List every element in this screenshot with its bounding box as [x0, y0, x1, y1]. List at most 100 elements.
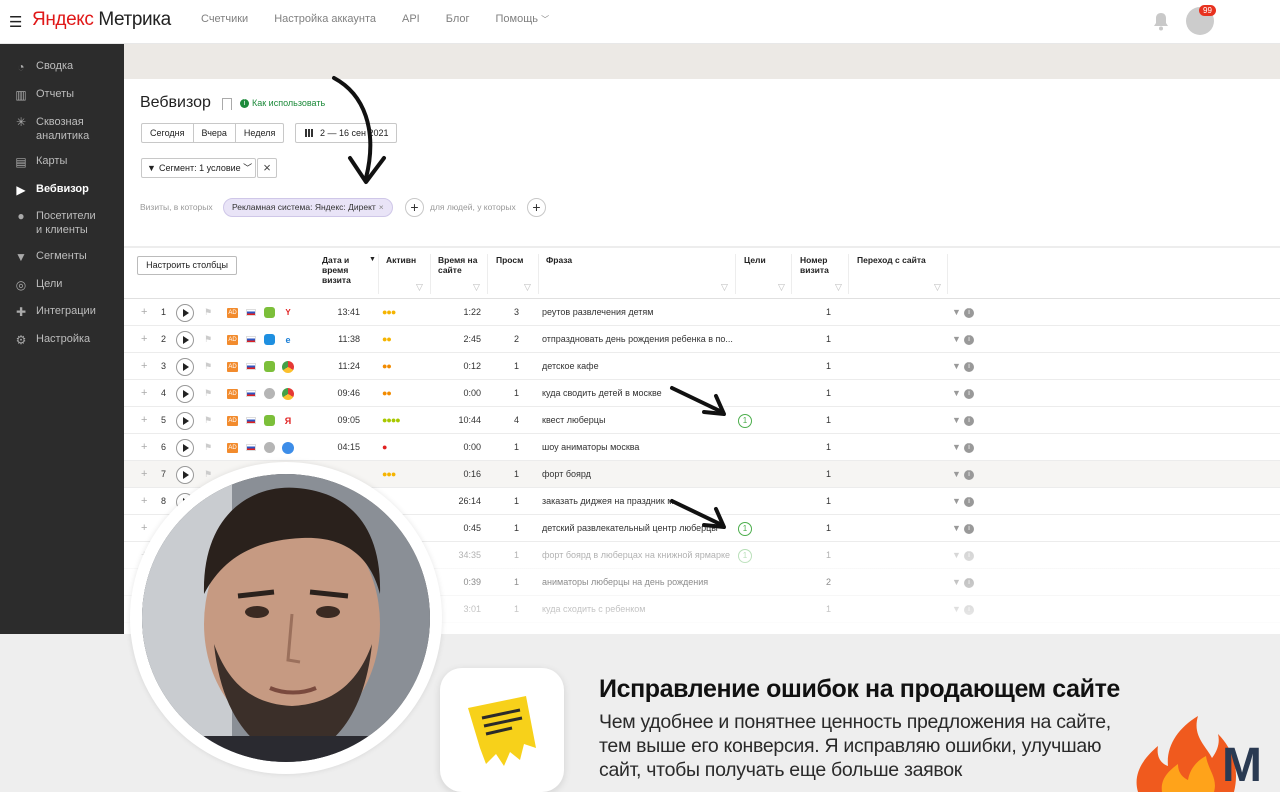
expand-icon[interactable]: +: [141, 326, 147, 353]
menu-icon[interactable]: ☰: [9, 13, 22, 31]
play-recording-button[interactable]: [176, 358, 194, 376]
play-recording-button[interactable]: [176, 466, 194, 484]
goal-badge[interactable]: 1: [738, 522, 752, 536]
filter-icon[interactable]: ▼: [952, 434, 961, 461]
bell-icon[interactable]: [1152, 11, 1170, 31]
russia-flag-icon: [246, 336, 256, 343]
clear-segment-button[interactable]: ×: [257, 158, 277, 178]
info-icon[interactable]: i: [964, 308, 974, 318]
expand-icon[interactable]: +: [141, 380, 147, 407]
play-recording-button[interactable]: [176, 304, 194, 322]
visit-time: 11:38: [338, 334, 360, 344]
period-today[interactable]: Сегодня: [142, 124, 194, 142]
info-icon[interactable]: i: [964, 524, 974, 534]
col-goals[interactable]: Цели: [744, 255, 766, 265]
filter-icon[interactable]: ▽: [524, 282, 531, 293]
sidebar-item-integrations[interactable]: ✚ Интеграции: [0, 305, 124, 319]
col-datetime[interactable]: Дата и время визита: [322, 255, 368, 285]
page-title: Вебвизор: [140, 94, 211, 111]
flag-icon[interactable]: ⚑: [204, 434, 212, 461]
flag-icon[interactable]: ⚑: [204, 353, 212, 380]
expand-icon[interactable]: +: [141, 407, 147, 434]
nav-account-settings[interactable]: Настройка аккаунта: [274, 13, 376, 25]
table-row[interactable]: +6 ⚑ AD 04:15 ● 0:00 1 шоу аниматоры москва 1 ▼ i: [124, 434, 1280, 461]
column-divider: [487, 254, 488, 294]
sidebar-item-summary[interactable]: ◔ Сводка: [0, 60, 124, 74]
add-visit-condition-button[interactable]: +: [405, 198, 424, 217]
row-number: 5: [160, 415, 166, 425]
play-recording-button[interactable]: [176, 385, 194, 403]
col-visit-number[interactable]: Номер визита: [800, 255, 840, 275]
filter-icon[interactable]: ▽: [934, 282, 941, 293]
col-phrase[interactable]: Фраза: [546, 255, 572, 265]
sidebar-item-reports[interactable]: ▥ Отчеты: [0, 88, 124, 102]
sidebar-item-visitors[interactable]: ● Посетители и клиенты: [0, 209, 124, 237]
nav-counters[interactable]: Счетчики: [201, 13, 248, 25]
filter-icon[interactable]: ▼: [952, 515, 961, 542]
flag-icon[interactable]: ⚑: [204, 299, 212, 326]
filter-icon[interactable]: ▼: [952, 488, 961, 515]
filter-icon[interactable]: ▽: [473, 282, 480, 293]
sidebar-item-settings[interactable]: ⚙ Настройка: [0, 333, 124, 347]
condition-chip[interactable]: Рекламная система: Яндекс: Директ ×: [223, 198, 393, 217]
filter-icon[interactable]: ▽: [721, 282, 728, 293]
filter-icon[interactable]: ▽: [835, 282, 842, 293]
expand-icon[interactable]: +: [141, 434, 147, 461]
nav-help[interactable]: Помощь ﹀: [496, 13, 550, 25]
sidebar-item-goals[interactable]: ◎ Цели: [0, 278, 124, 292]
filter-icon[interactable]: ▼: [952, 299, 961, 326]
table-row[interactable]: +1 ⚑ AD Y 13:41 ●●● 1:22 3 реутов развлечения де…: [124, 299, 1280, 326]
col-referrer[interactable]: Переход с сайта: [857, 255, 926, 265]
howto-link[interactable]: i Как использовать: [240, 98, 325, 108]
info-icon[interactable]: i: [964, 470, 974, 480]
expand-icon[interactable]: +: [141, 299, 147, 326]
sidebar-item-webvisor[interactable]: ▶ Вебвизор: [0, 183, 124, 197]
filter-icon[interactable]: ▽: [778, 282, 785, 293]
table-row[interactable]: +2 ⚑ AD e 11:38 ●● 2:45 2 отпраздновать день рож…: [124, 326, 1280, 353]
close-icon[interactable]: ×: [379, 202, 384, 212]
sidebar-item-end-to-end[interactable]: ✳ Сквозная аналитика: [0, 115, 120, 143]
row-number: 8: [160, 496, 166, 506]
info-icon[interactable]: i: [964, 443, 974, 453]
filter-icon[interactable]: ▼: [952, 353, 961, 380]
info-icon[interactable]: i: [964, 497, 974, 507]
info-icon[interactable]: i: [964, 335, 974, 345]
filter-icon[interactable]: ▼: [952, 380, 961, 407]
segment-button[interactable]: ▼ Сегмент: 1 условие ﹀: [141, 158, 256, 178]
play-recording-button[interactable]: [176, 439, 194, 457]
col-views[interactable]: Просм: [496, 255, 523, 265]
col-duration[interactable]: Время на сайте: [438, 255, 478, 275]
filter-icon[interactable]: ▼: [952, 407, 961, 434]
sidebar-item-maps[interactable]: ▤ Карты: [0, 155, 124, 169]
table-row[interactable]: +3 ⚑ AD 11:24 ●● 0:12 1 детское кафе 1 ▼ i: [124, 353, 1280, 380]
configure-columns-button[interactable]: Настроить столбцы: [137, 256, 237, 275]
filter-icon[interactable]: ▽: [416, 282, 423, 293]
page-views: 1: [513, 496, 519, 506]
nav-api[interactable]: API: [402, 13, 420, 25]
filter-icon[interactable]: ▼: [952, 461, 961, 488]
bookmark-icon[interactable]: [222, 98, 232, 110]
period-yesterday[interactable]: Вчера: [194, 124, 236, 142]
flag-icon[interactable]: ⚑: [204, 380, 212, 407]
col-activity[interactable]: Активн: [386, 255, 416, 265]
play-recording-button[interactable]: [176, 331, 194, 349]
filter-icon[interactable]: ▼: [952, 326, 961, 353]
expand-icon[interactable]: +: [141, 488, 147, 515]
info-icon[interactable]: i: [964, 389, 974, 399]
sidebar-item-segments[interactable]: ▼ Сегменты: [0, 250, 124, 264]
android-icon: [264, 307, 275, 318]
flag-icon[interactable]: ⚑: [204, 326, 212, 353]
sort-desc-icon[interactable]: ▼: [369, 255, 376, 265]
goal-badge[interactable]: 1: [738, 414, 752, 428]
add-people-condition-button[interactable]: +: [527, 198, 546, 217]
info-icon[interactable]: i: [964, 362, 974, 372]
logo[interactable]: Яндекс Метрика: [32, 9, 171, 31]
flag-icon[interactable]: ⚑: [204, 407, 212, 434]
info-icon[interactable]: i: [964, 416, 974, 426]
nav-blog[interactable]: Блог: [446, 13, 470, 25]
play-recording-button[interactable]: [176, 412, 194, 430]
expand-icon[interactable]: +: [141, 515, 147, 542]
expand-icon[interactable]: +: [141, 461, 147, 488]
expand-icon[interactable]: +: [141, 353, 147, 380]
period-week[interactable]: Неделя: [236, 124, 283, 142]
